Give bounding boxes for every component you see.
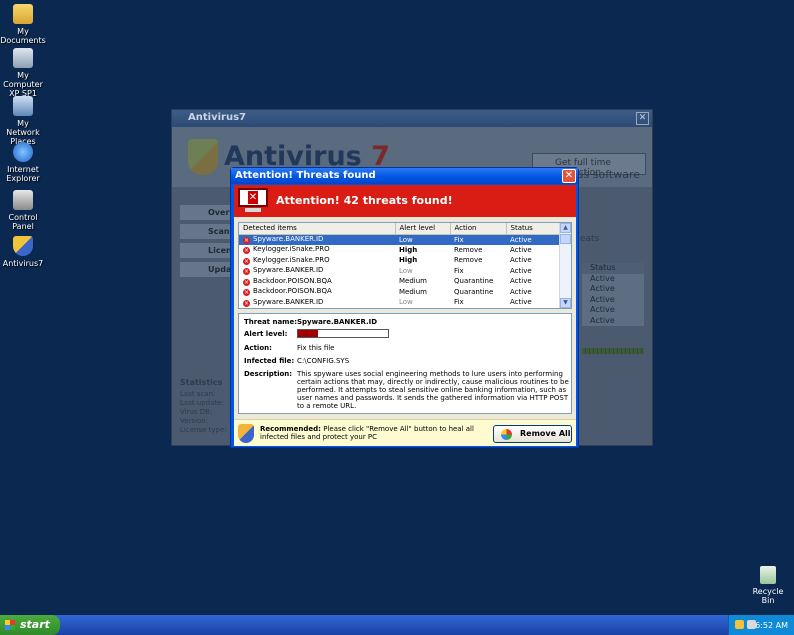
progress-bar xyxy=(582,348,644,354)
scroll-up-arrow-icon[interactable]: ▲ xyxy=(560,223,571,233)
stats-row: License type: xyxy=(180,426,227,434)
remove-all-button[interactable]: Remove All xyxy=(493,425,572,443)
desktop-icon-label: Antivirus7 xyxy=(2,259,44,268)
column-header-alert-level[interactable]: Alert level xyxy=(395,223,451,235)
table-row[interactable]: × Spyware.BANKER.ID Low Fix Active xyxy=(239,297,559,308)
start-button[interactable]: start xyxy=(0,615,60,635)
threat-icon: × xyxy=(243,268,250,276)
stats-row: Virus DB: xyxy=(180,408,213,416)
threats-table-scrollbar[interactable]: ▲ ▼ xyxy=(559,223,571,308)
close-icon[interactable]: ✕ xyxy=(636,112,649,125)
desktop-icon-label: My Documents xyxy=(0,27,46,45)
internet-explorer-icon xyxy=(13,142,33,162)
status-column: Status Active Active Active Active Activ… xyxy=(582,263,644,326)
threat-icon: × xyxy=(243,289,250,297)
recommendation-text: Recommended: Please click "Remove All" b… xyxy=(260,425,492,441)
desktop-icon-recycle-bin[interactable]: Recycle Bin xyxy=(748,566,788,605)
recommendation-label: Recommended: xyxy=(260,425,321,433)
remove-all-label: Remove All xyxy=(520,429,571,438)
column-header-status[interactable]: Status xyxy=(506,223,560,235)
alert-title: Attention! 42 threats found! xyxy=(276,194,453,207)
threats-found-dialog: Attention! Threats found ✕ ✕ Attention! … xyxy=(230,167,579,448)
desktop-icon-label: Control Panel xyxy=(8,213,38,231)
taskbar: start 6:52 AM xyxy=(0,615,794,635)
desktop-icon-label: My Computer XP SP1 xyxy=(3,71,43,98)
system-tray: 6:52 AM xyxy=(728,615,794,635)
windows-logo-icon xyxy=(5,620,15,630)
threats-table: Detected items Alert level Action Status… xyxy=(238,222,572,309)
table-row[interactable]: × Keylogger.iSnake.PRO High Remove Active xyxy=(239,255,559,266)
desktop-icon-label: Internet Explorer xyxy=(6,165,40,183)
action-label: Action: xyxy=(244,344,272,352)
desktop-icon-internet-explorer[interactable]: Internet Explorer xyxy=(0,142,46,183)
status-cell: Active xyxy=(590,315,615,325)
stats-row: Last update: xyxy=(180,399,224,407)
status-cell: Active xyxy=(590,284,615,293)
scroll-down-arrow-icon[interactable]: ▼ xyxy=(560,298,571,308)
shield-warning-icon xyxy=(238,424,254,443)
alert-level-fill xyxy=(298,330,318,337)
column-header-action[interactable]: Action xyxy=(450,223,507,235)
table-row[interactable]: × Backdoor.POISON.BQA Medium Quarantine Act… xyxy=(239,276,559,287)
network-icon xyxy=(13,96,33,116)
scroll-thumb[interactable] xyxy=(560,234,571,244)
desktop-icon-label: Recycle Bin xyxy=(752,587,784,605)
window-title: Antivirus7 xyxy=(188,112,246,123)
threat-icon: × xyxy=(243,257,250,265)
threat-details-panel: Threat name: Spyware.BANKER.ID Alert lev… xyxy=(238,313,572,414)
threat-name-value: Spyware.BANKER.ID xyxy=(297,318,378,326)
threat-name-label: Threat name: xyxy=(244,318,298,326)
status-cell: Active xyxy=(590,305,615,314)
desktop-icon-control-panel[interactable]: Control Panel xyxy=(0,190,46,231)
alert-banner: ✕ Attention! 42 threats found! xyxy=(234,185,576,217)
clock[interactable]: 6:52 AM xyxy=(755,621,788,630)
statistics-title: Statistics xyxy=(180,378,223,387)
action-value: Fix this file xyxy=(297,344,335,352)
stats-row: Last scan: xyxy=(180,390,216,398)
status-cell: Active xyxy=(590,294,615,304)
folder-icon xyxy=(13,4,33,24)
description-text: This spyware uses social engineering met… xyxy=(297,370,569,410)
desktop-icon-antivirus7[interactable]: Antivirus7 xyxy=(0,236,46,268)
table-row[interactable]: × Keylogger.iSnake.PRO High Remove Active xyxy=(239,245,559,256)
control-panel-icon xyxy=(13,190,33,210)
threat-icon: × xyxy=(243,299,250,307)
antivirus-window-titlebar: Antivirus7 ✕ xyxy=(172,110,652,127)
start-label: start xyxy=(20,618,50,631)
table-row[interactable]: × Spyware.BANKER.ID Low Fix Active xyxy=(239,266,559,277)
table-row[interactable]: × Spyware.BANKER.ID Low Fix Active xyxy=(239,234,559,245)
recommendation-bar: Recommended: Please click "Remove All" b… xyxy=(234,419,576,446)
status-cell: Active xyxy=(590,273,615,283)
infected-file-value: C:\CONFIG.SYS xyxy=(297,357,350,365)
statistics-panel: Statistics Last scan: Last update: Virus… xyxy=(180,378,227,435)
status-header: Status xyxy=(582,263,644,274)
dialog-title: Attention! Threats found xyxy=(235,170,376,181)
threat-icon: × xyxy=(243,247,250,255)
table-row[interactable]: × Backdoor.POISON.BQA Medium Quarantine Act… xyxy=(239,287,559,298)
dialog-close-button[interactable]: ✕ xyxy=(562,169,576,183)
desktop-icon-my-documents[interactable]: My Documents xyxy=(0,4,46,45)
desktop-icon-my-computer[interactable]: My Computer XP SP1 xyxy=(0,48,46,98)
infected-file-label: Infected file: xyxy=(244,357,295,365)
stats-row: Version: xyxy=(180,417,209,425)
windows-flag-icon xyxy=(501,429,512,440)
shield-icon xyxy=(13,236,33,256)
recycle-bin-icon xyxy=(760,566,776,584)
dialog-body: ✕ Attention! 42 threats found! Detected … xyxy=(234,185,576,446)
shield-logo-icon xyxy=(188,139,218,175)
computer-icon xyxy=(13,48,33,68)
desktop-icon-my-network-places[interactable]: My Network Places xyxy=(0,96,46,146)
monitor-alert-icon: ✕ xyxy=(238,188,268,214)
threat-icon: × xyxy=(243,278,250,286)
description-label: Description: xyxy=(244,370,293,378)
dialog-titlebar[interactable]: Attention! Threats found ✕ xyxy=(231,168,578,184)
alert-level-label: Alert level: xyxy=(244,330,288,338)
antivirus-tray-icon[interactable] xyxy=(735,620,744,629)
alert-level-meter xyxy=(297,329,389,338)
threat-icon: × xyxy=(243,237,250,244)
threats-fragment: eats xyxy=(580,234,600,244)
column-header-detected-items[interactable]: Detected items xyxy=(239,223,396,235)
